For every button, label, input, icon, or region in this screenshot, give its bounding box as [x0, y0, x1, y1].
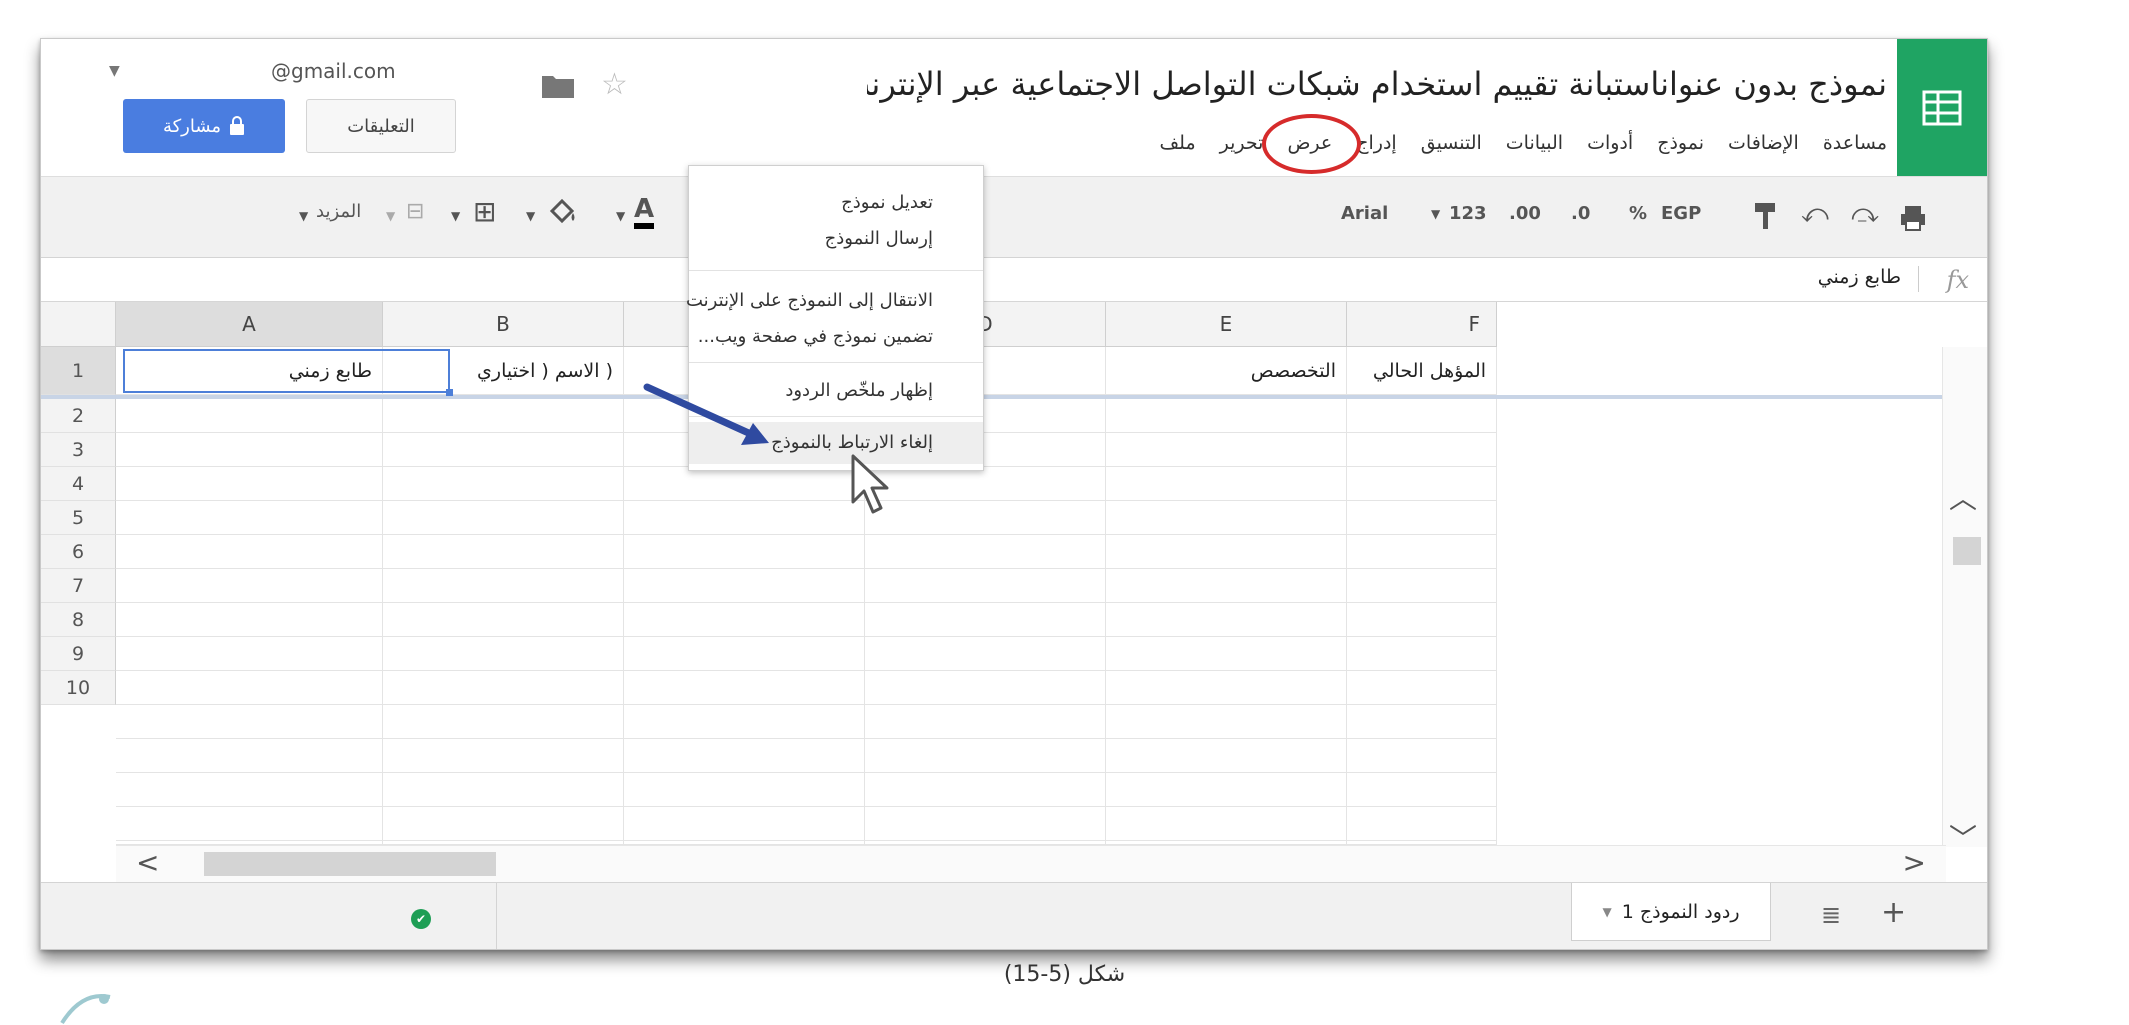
spreadsheet-grid: A B C D E F 1 2 3 4 5 6 7 8 9 10 طابع زم…: [41, 302, 1987, 883]
borders-icon[interactable]: ⊞: [473, 195, 496, 228]
merge-caret[interactable]: ▼: [386, 209, 395, 223]
row-header-6[interactable]: 6: [41, 535, 116, 569]
row-header-10[interactable]: 10: [41, 671, 116, 705]
column-header-e[interactable]: E: [1106, 302, 1347, 347]
scroll-right-icon[interactable]: >: [1903, 846, 1926, 879]
fill-color-icon[interactable]: [546, 199, 580, 229]
active-cell-outline: [123, 349, 450, 393]
menu-separator: [689, 362, 983, 363]
horizontal-scroll-thumb[interactable]: [204, 852, 496, 876]
sheet-tab[interactable]: ردود النموذج 1 ▼: [1571, 883, 1771, 941]
number-format-caret[interactable]: ▼: [1431, 207, 1440, 221]
menu-insert[interactable]: إدراج: [1356, 125, 1396, 161]
menu-item-send-form[interactable]: إرسال النموذج: [689, 218, 983, 260]
star-icon[interactable]: ☆: [601, 67, 628, 102]
fx-icon: fx: [1946, 266, 1969, 294]
percent-format[interactable]: %: [1629, 203, 1647, 224]
sheet-list-icon[interactable]: ≣: [1821, 901, 1841, 929]
bottom-divider: [496, 883, 497, 949]
row-header-5[interactable]: 5: [41, 501, 116, 535]
account-dropdown-icon[interactable]: ▼: [109, 63, 120, 79]
row-header-2[interactable]: 2: [41, 399, 116, 433]
account-email[interactable]: @gmail.com: [271, 59, 396, 83]
text-color-icon[interactable]: A: [634, 195, 655, 229]
row-header-9[interactable]: 9: [41, 637, 116, 671]
row-header-7[interactable]: 7: [41, 569, 116, 603]
annotation-arrow: [643, 383, 769, 445]
menu-help[interactable]: مساعدة: [1823, 125, 1887, 161]
column-b-body[interactable]: [383, 399, 624, 845]
fill-handle[interactable]: [446, 389, 453, 396]
horizontal-scrollbar[interactable]: < >: [116, 845, 1946, 883]
paint-format-icon[interactable]: [1753, 201, 1779, 231]
font-family-select[interactable]: Arial: [1341, 203, 1388, 224]
sheets-logo-icon[interactable]: [1897, 39, 1987, 176]
lock-icon: [230, 116, 245, 135]
folder-icon[interactable]: [541, 73, 575, 99]
text-color-caret[interactable]: ▼: [616, 209, 625, 223]
column-header-f[interactable]: F: [1347, 302, 1497, 347]
figure-caption: شكل (5-15): [1003, 962, 1126, 987]
sheet-tab-label: ردود النموذج 1: [1621, 900, 1740, 923]
menu-file[interactable]: ملف: [1160, 125, 1196, 161]
frozen-row-divider[interactable]: [41, 395, 1946, 399]
column-header-b[interactable]: B: [383, 302, 624, 347]
mouse-cursor-icon: [851, 454, 889, 514]
comments-button[interactable]: التعليقات: [306, 99, 456, 153]
form-menu-highlight-circle: [1262, 114, 1361, 174]
menu-format[interactable]: التنسيق: [1421, 125, 1482, 161]
column-f-body[interactable]: [1347, 399, 1497, 845]
vertical-scrollbar[interactable]: ︿ ﹀: [1942, 347, 1987, 855]
increase-decimals[interactable]: .00: [1509, 203, 1541, 224]
menu-item-embed-form[interactable]: تضمين نموذج في صفحة ويب...: [689, 316, 983, 358]
add-sheet-icon[interactable]: +: [1881, 895, 1906, 930]
cell-e1[interactable]: التخصصص: [1106, 347, 1347, 395]
document-title[interactable]: نموذج بدون عنواناستبانة تقييم استخدام شب…: [867, 65, 1887, 113]
corner-select-all[interactable]: [41, 302, 116, 347]
share-label: مشاركة: [162, 115, 222, 137]
borders-caret[interactable]: ▼: [451, 209, 460, 223]
row-header-1[interactable]: 1: [41, 347, 116, 395]
checkmark-icon: ✔: [411, 909, 431, 929]
print-icon[interactable]: [1898, 203, 1928, 233]
menu-edit[interactable]: تحرير: [1220, 125, 1264, 161]
comments-label: التعليقات: [347, 115, 415, 137]
scroll-down-icon[interactable]: ﹀: [1949, 817, 1977, 857]
menu-separator: [689, 270, 983, 271]
more-menu[interactable]: المزيد: [316, 201, 361, 222]
sheet-tabs-bar: ✔ ردود النموذج 1 ▼ ≣ +: [41, 882, 1987, 949]
menu-addons[interactable]: الإضافات: [1728, 125, 1799, 161]
row-header-8[interactable]: 8: [41, 603, 116, 637]
formula-input[interactable]: طابع زمني: [1818, 266, 1901, 288]
menu-tools[interactable]: أدوات: [1587, 125, 1633, 161]
share-button[interactable]: مشاركة: [123, 99, 285, 153]
toolbar: ⤼ ⤺ EGP % .0 .00 123 ▼ Arial S A ▼ ▼ ⊞ ▼…: [41, 176, 1987, 258]
more-caret[interactable]: ▼: [299, 209, 308, 223]
row-header-3[interactable]: 3: [41, 433, 116, 467]
sheet-tab-caret-icon[interactable]: ▼: [1603, 905, 1612, 919]
vertical-scroll-thumb[interactable]: [1953, 537, 1981, 565]
column-a-body[interactable]: [116, 399, 383, 845]
spreadsheet-window: نموذج بدون عنواناستبانة تقييم استخدام شب…: [40, 38, 1988, 950]
number-format[interactable]: 123: [1449, 203, 1487, 224]
menu-data[interactable]: البيانات: [1506, 125, 1563, 161]
row-header-4[interactable]: 4: [41, 467, 116, 501]
redo-icon[interactable]: ⤼: [1851, 199, 1879, 230]
fill-color-caret[interactable]: ▼: [526, 209, 535, 223]
column-header-a[interactable]: A: [116, 302, 383, 347]
formula-divider: [1918, 266, 1919, 292]
app-header: نموذج بدون عنواناستبانة تقييم استخدام شب…: [41, 39, 1987, 176]
undo-icon[interactable]: ⤺: [1801, 199, 1829, 230]
scroll-up-icon[interactable]: ︿: [1949, 477, 1977, 517]
decorative-corner-icon: [60, 994, 111, 1025]
currency-format[interactable]: EGP: [1661, 203, 1701, 224]
formula-bar: fx طابع زمني: [41, 258, 1987, 302]
decrease-decimals[interactable]: .0: [1571, 203, 1590, 224]
column-e-body[interactable]: [1106, 399, 1347, 845]
scroll-left-icon[interactable]: <: [136, 846, 159, 879]
menu-form[interactable]: نموذج: [1657, 125, 1704, 161]
merge-icon[interactable]: ⊟: [406, 199, 424, 224]
cell-f1[interactable]: المؤهل الحالي: [1347, 347, 1497, 395]
